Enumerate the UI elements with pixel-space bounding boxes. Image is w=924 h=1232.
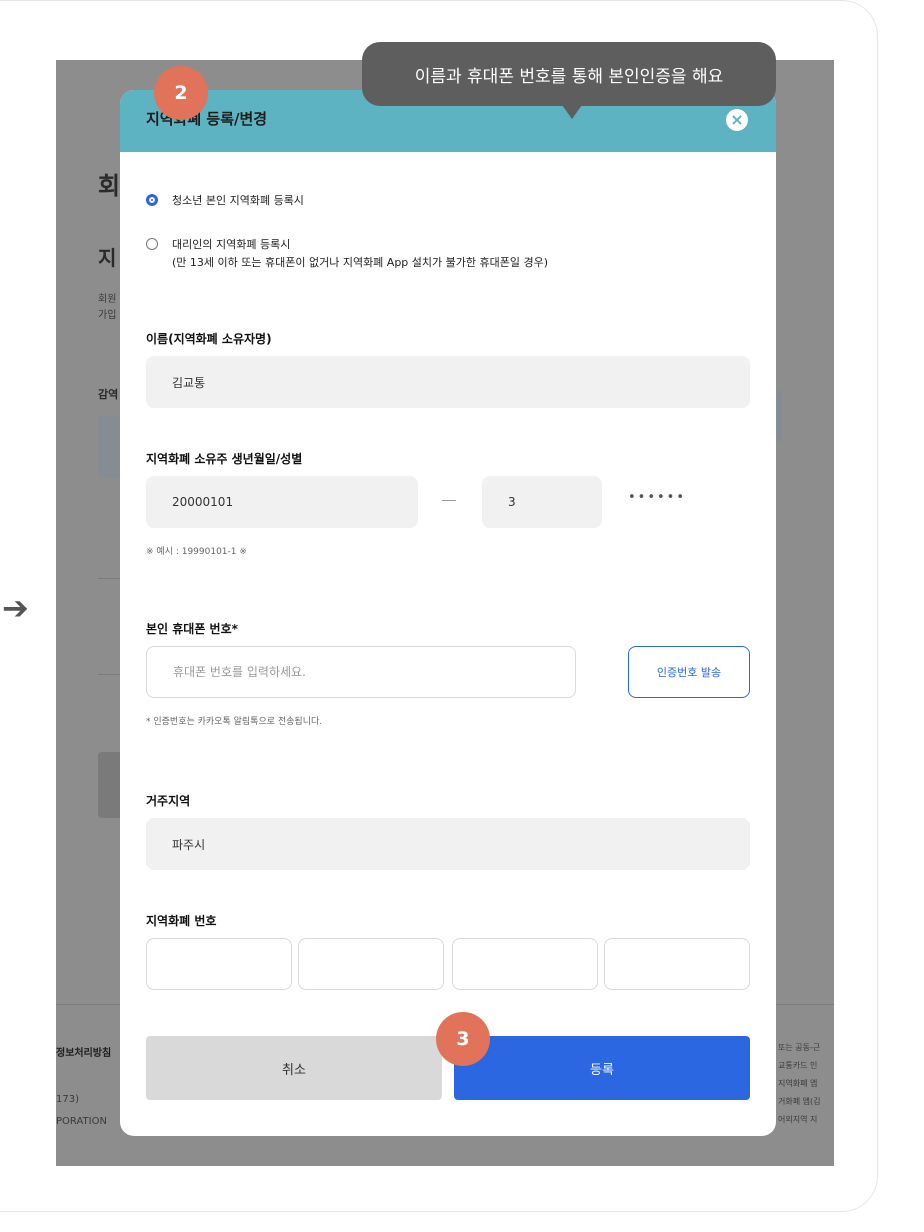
bg-heading-2: 지 (98, 246, 117, 270)
phone-hint: * 인증번호는 카카오톡 알림톡으로 전송됩니다. (146, 717, 323, 727)
card-number-input-2[interactable] (298, 938, 444, 990)
card-number-input-4[interactable] (604, 938, 750, 990)
option-proxy-register[interactable]: 대리인의 지역화폐 등록시 (만 13세 이하 또는 휴대폰이 없거나 지역화폐… (146, 236, 548, 272)
name-value: 김교통 (172, 375, 206, 390)
phone-field[interactable] (146, 646, 576, 698)
bg-footer-left-3: PORATION (56, 1116, 107, 1127)
birth-label: 지역화폐 소유주 생년월일/성별 (146, 452, 303, 466)
phone-input[interactable] (173, 665, 575, 679)
card-number-input-3[interactable] (452, 938, 598, 990)
register-modal: 지역화폐 등록/변경 × 청소년 본인 지역화폐 등록시 대리인의 지역화폐 등… (120, 90, 776, 1136)
masked-digits: •••••• (628, 490, 687, 505)
bg-heading-1: 회 (98, 172, 121, 200)
option-proxy-sub: (만 13세 이하 또는 휴대폰이 없거나 지역화폐 App 설치가 불가한 휴… (172, 256, 549, 269)
gender-digit-field[interactable]: 3 (482, 476, 602, 528)
step-2-badge: 2 (154, 66, 208, 120)
region-field[interactable]: 파주시 (146, 818, 750, 870)
bg-label-1: 감역 (98, 388, 119, 401)
register-button[interactable]: 등록 (454, 1036, 750, 1100)
phone-label: 본인 휴대폰 번호* (146, 622, 238, 636)
birth-date-value: 20000101 (172, 495, 234, 509)
tooltip-tail (562, 105, 582, 119)
cancel-button[interactable]: 취소 (146, 1036, 442, 1100)
gender-digit-value: 3 (508, 495, 516, 509)
card-number-input-1[interactable] (146, 938, 292, 990)
dash-separator (442, 500, 456, 501)
birth-date-field[interactable]: 20000101 (146, 476, 418, 528)
bg-footer-right-5: 어외지역 지 (778, 1115, 818, 1124)
birth-hint: ※ 예시 : 19990101-1 ※ (146, 547, 247, 557)
card-number-label: 지역화폐 번호 (146, 914, 217, 928)
bg-footer-left-2: 173) (56, 1094, 79, 1105)
region-value: 파주시 (172, 837, 206, 852)
region-label: 거주지역 (146, 794, 191, 808)
bg-footer-privacy: 정보처리방침 (56, 1048, 112, 1059)
close-icon[interactable]: × (726, 109, 748, 131)
bg-line-1: 회원 (98, 294, 117, 305)
option-self-label: 청소년 본인 지역화폐 등록시 (172, 194, 304, 207)
radio-unselected-icon[interactable] (146, 238, 158, 250)
bg-footer-right-4: 거화폐 앱(김 (778, 1097, 821, 1106)
name-field[interactable]: 김교통 (146, 356, 750, 408)
screen: ➔ 회 지 회원 가입 감역 정보처리방침 173) PORATION 또는 공… (0, 0, 924, 1232)
radio-selected-icon[interactable] (146, 194, 158, 206)
bg-footer-right-1: 또는 공동-근 (778, 1043, 821, 1052)
option-proxy-label: 대리인의 지역화폐 등록시 (172, 238, 291, 251)
bg-footer-right-2: 교통카드 인 (778, 1061, 818, 1070)
step-3-badge: 3 (436, 1012, 490, 1066)
bg-line-2: 가입 (98, 310, 117, 321)
arrow-right-icon: ➔ (2, 589, 29, 627)
name-label: 이름(지역화폐 소유자명) (146, 332, 272, 346)
tooltip-bubble: 이름과 휴대폰 번호를 통해 본인인증을 해요 (362, 42, 776, 106)
option-self-register[interactable]: 청소년 본인 지역화폐 등록시 (146, 192, 304, 210)
send-otp-button[interactable]: 인증번호 발송 (628, 646, 750, 698)
bg-footer-right-3: 지역화폐 앱 (778, 1079, 818, 1088)
